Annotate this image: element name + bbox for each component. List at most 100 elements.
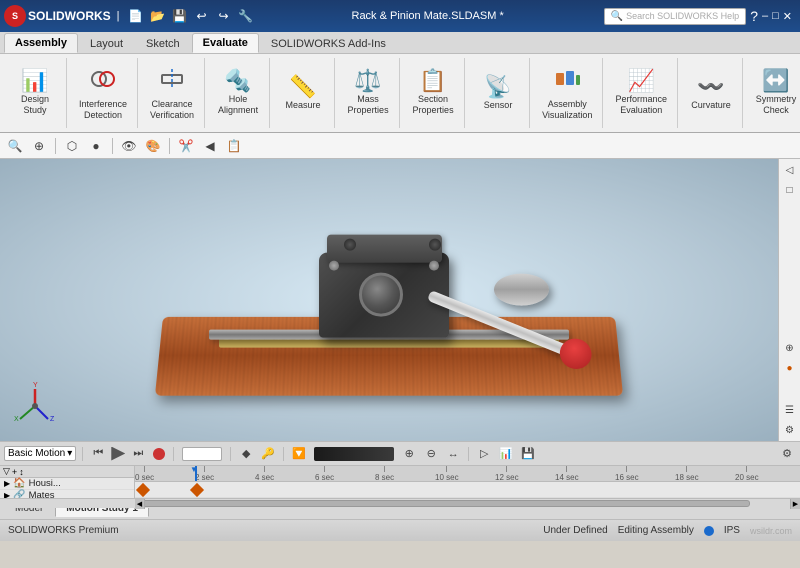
search-icon: 🔍	[611, 11, 623, 22]
motion-dropdown-arrow: ▾	[67, 448, 72, 459]
close-btn[interactable]: ✕	[783, 10, 792, 23]
undo-btn[interactable]: ↩	[192, 6, 212, 26]
open-btn[interactable]: 📂	[148, 6, 168, 26]
section-btn[interactable]: 📋 SectionProperties	[408, 68, 458, 118]
rp-color-btn[interactable]: ●	[781, 359, 799, 377]
design-study-btn[interactable]: 📊 DesignStudy	[10, 68, 60, 118]
motion-sep3	[230, 447, 231, 461]
timeline-track[interactable]: 0 sec 2 sec 4 sec 6 sec 8 sec	[135, 466, 800, 498]
tab-addins[interactable]: SOLIDWORKS Add-Ins	[260, 33, 397, 53]
curvature-btn[interactable]: 〰️ Curvature	[686, 74, 736, 113]
measure-btn[interactable]: 📏 Measure	[278, 74, 328, 113]
motion-zoom-in-btn[interactable]: ⊕	[400, 445, 418, 463]
search-box[interactable]: 🔍 Search SOLIDWORKS Help	[604, 8, 747, 25]
tab-layout[interactable]: Layout	[79, 33, 134, 53]
status-right: Under Defined Editing Assembly IPS wsild…	[543, 525, 792, 536]
options-btn[interactable]: –	[762, 10, 768, 22]
ribbon-group-perf: 📈 PerformanceEvaluation	[605, 58, 678, 128]
mass-label: MassProperties	[348, 94, 389, 116]
motion-export-btn[interactable]: 💾	[519, 445, 537, 463]
rebuild-btn[interactable]: 🔧	[236, 6, 256, 26]
motion-zoom-out-btn[interactable]: ⊖	[422, 445, 440, 463]
motion-record-btn[interactable]	[153, 448, 165, 460]
save-btn[interactable]: 💾	[170, 6, 190, 26]
clearance-btn[interactable]: ClearanceVerification	[146, 63, 198, 123]
motion-type-dropdown[interactable]: Basic Motion ▾	[4, 446, 76, 461]
hole-btn[interactable]: 🔩 HoleAlignment	[213, 68, 263, 118]
tick-12: 12 sec	[495, 466, 519, 482]
sensor-icon: 📡	[484, 76, 511, 98]
rp-settings-btn[interactable]: ⚙	[781, 421, 799, 439]
shaded-btn[interactable]: ●	[85, 136, 107, 156]
section-view-btn[interactable]: ✂️	[175, 136, 197, 156]
timeline-scrollbar[interactable]: ◀ ▶	[0, 498, 800, 508]
minimize-btn[interactable]: □	[772, 10, 779, 22]
ribbon: Assembly Layout Sketch Evaluate SOLIDWOR…	[0, 32, 800, 133]
view-prev-btn[interactable]: ◀	[199, 136, 221, 156]
watermark: wsildr.com	[750, 526, 792, 536]
motion-filter-btn[interactable]: 🔽	[290, 445, 308, 463]
interference-btn[interactable]: InterferenceDetection	[75, 63, 131, 123]
header-bar: S SOLIDWORKS | 📄 📂 💾 ↩ ↪ 🔧 Rack & Pinion…	[0, 0, 800, 32]
tab-sketch[interactable]: Sketch	[135, 33, 191, 53]
housing-label: Housi...	[29, 478, 61, 489]
svg-text:X: X	[14, 416, 19, 423]
rp-hide-btn[interactable]: ◁	[781, 161, 799, 179]
motion-time-field[interactable]	[182, 447, 222, 461]
motion-results-btn[interactable]: 📊	[497, 445, 515, 463]
housing-track[interactable]	[135, 482, 800, 498]
compass-svg: Y Z X	[10, 381, 60, 431]
help-btn[interactable]: ?	[750, 8, 758, 24]
motion-sep5	[468, 447, 469, 461]
redo-btn[interactable]: ↪	[214, 6, 234, 26]
hole-label: HoleAlignment	[218, 94, 258, 116]
design-study-label: DesignStudy	[21, 94, 49, 116]
perf-label: PerformanceEvaluation	[615, 94, 667, 116]
motion-key-btn[interactable]: ◆	[237, 445, 255, 463]
motion-settings-btn[interactable]: ⚙	[778, 445, 796, 463]
scroll-left-btn[interactable]: ◀	[135, 499, 145, 509]
viewport[interactable]: Y Z X	[0, 159, 778, 441]
symmetry-btn[interactable]: ↔️ SymmetryCheck	[751, 68, 800, 118]
sensor-btn[interactable]: 📡 Sensor	[473, 74, 523, 113]
ribbon-group-section: 📋 SectionProperties	[402, 58, 465, 128]
housing-expand[interactable]: ▶	[4, 479, 10, 488]
tab-assembly[interactable]: Assembly	[4, 33, 78, 53]
interference-icon	[89, 65, 117, 97]
render-btn[interactable]: 🎨	[142, 136, 164, 156]
hide-show-btn[interactable]: 👁	[118, 136, 140, 156]
scrollbar-thumb[interactable]	[135, 500, 750, 507]
perf-icon: 📈	[628, 70, 655, 92]
motion-study-panel: Basic Motion ▾ ⏮ ⏭ ◆ 🔑 🔽 ⊕ ⊖ ↔ ▷ 📊 💾 ⚙ ▽…	[0, 441, 800, 497]
assembly-vis-btn[interactable]: AssemblyVisualization	[538, 63, 596, 123]
view-orient-btn[interactable]: 🔍	[4, 136, 26, 156]
zoom-btn[interactable]: ⊕	[28, 136, 50, 156]
timeline-labels: ▽ + ↕ ▶ 🏠 Housi... ▶ 🔗 Mates	[0, 466, 135, 498]
motion-fastfwd-btn[interactable]: ⏭	[129, 445, 147, 463]
timeline: ▽ + ↕ ▶ 🏠 Housi... ▶ 🔗 Mates 0	[0, 466, 800, 498]
motion-sep1	[82, 447, 83, 461]
search-placeholder: Search SOLIDWORKS Help	[626, 11, 739, 21]
motion-autokey-btn[interactable]: 🔑	[259, 445, 277, 463]
motion-rewind-btn[interactable]: ⏮	[89, 445, 107, 463]
perf-btn[interactable]: 📈 PerformanceEvaluation	[611, 68, 671, 118]
mass-btn[interactable]: ⚖️ MassProperties	[343, 68, 393, 118]
rp-view-btn[interactable]: ⊕	[781, 339, 799, 357]
bolt2	[429, 261, 439, 271]
new-btn[interactable]: 📄	[126, 6, 146, 26]
playhead[interactable]	[195, 466, 197, 481]
rp-list-btn[interactable]: ☰	[781, 401, 799, 419]
motion-play-btn[interactable]	[111, 447, 125, 461]
rp-expand-btn[interactable]: □	[781, 181, 799, 199]
hole-icon: 🔩	[224, 70, 251, 92]
curvature-label: Curvature	[691, 100, 731, 111]
view-mode-btn[interactable]: ⬡	[61, 136, 83, 156]
display-state-btn[interactable]: 📋	[223, 136, 245, 156]
ribbon-group-measure: 📏 Measure	[272, 58, 335, 128]
main-area: Y Z X ◁ □ ⊕ ● ☰ ⚙	[0, 159, 800, 441]
motion-fit-btn[interactable]: ↔	[444, 445, 462, 463]
scroll-right-btn[interactable]: ▶	[790, 499, 800, 509]
tab-evaluate[interactable]: Evaluate	[192, 33, 259, 53]
motion-simulate-btn[interactable]: ▷	[475, 445, 493, 463]
ribbon-group-curvature: 〰️ Curvature	[680, 58, 743, 128]
